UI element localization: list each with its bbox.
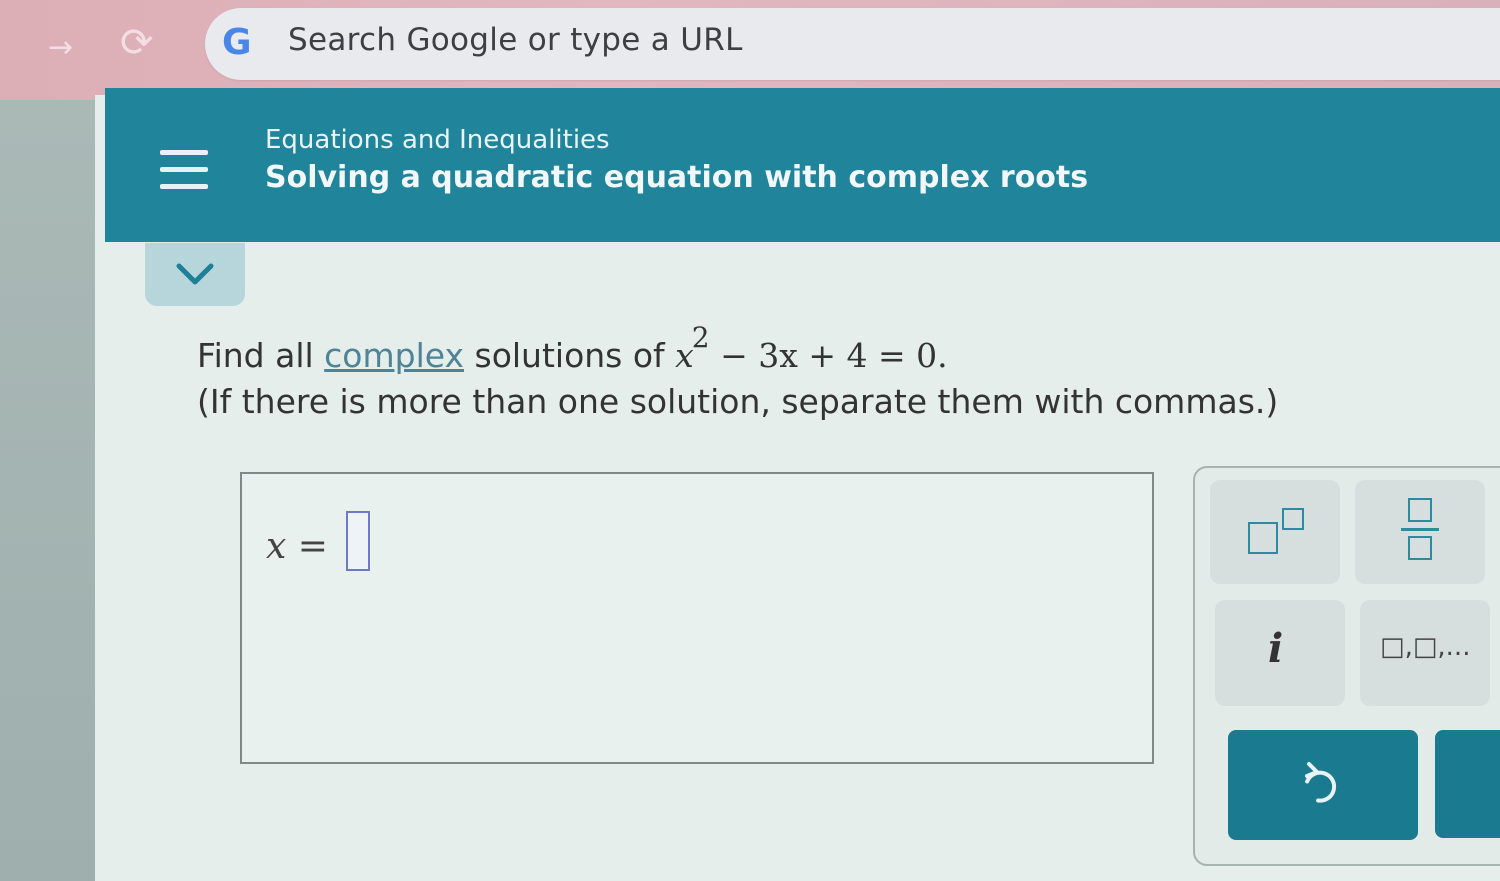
undo-button[interactable]	[1228, 730, 1418, 840]
topic-subtitle: Equations and Inequalities	[265, 125, 610, 155]
list-label: □,□,...	[1380, 632, 1471, 662]
complex-link[interactable]: complex	[324, 336, 464, 375]
question-line-2: (If there is more than one solution, sep…	[197, 382, 1279, 421]
topic-title: Solving a quadratic equation with comple…	[265, 160, 1089, 195]
undo-icon	[1305, 762, 1337, 803]
answer-area[interactable]	[240, 472, 1154, 764]
answer-label: x =	[266, 526, 328, 567]
menu-icon[interactable]	[160, 148, 210, 192]
fraction-button[interactable]	[1355, 480, 1485, 584]
equation: x2 − 3x + 4 = 0.	[675, 321, 948, 375]
left-edge	[0, 100, 95, 881]
exponent-button[interactable]	[1210, 480, 1340, 584]
forward-icon[interactable]: →	[48, 30, 73, 65]
reload-icon[interactable]: ⟳	[120, 20, 154, 66]
imaginary-i-label: i	[1268, 625, 1284, 672]
chevron-down-icon	[176, 263, 214, 285]
question-line-1: Find all complex solutions of x2 − 3x + …	[197, 321, 948, 375]
google-logo-icon: G	[222, 22, 252, 63]
expand-toggle[interactable]	[145, 243, 245, 306]
omnibox-placeholder[interactable]: Search Google or type a URL	[288, 22, 743, 58]
answer-input[interactable]	[346, 511, 370, 571]
next-button[interactable]	[1435, 730, 1500, 838]
